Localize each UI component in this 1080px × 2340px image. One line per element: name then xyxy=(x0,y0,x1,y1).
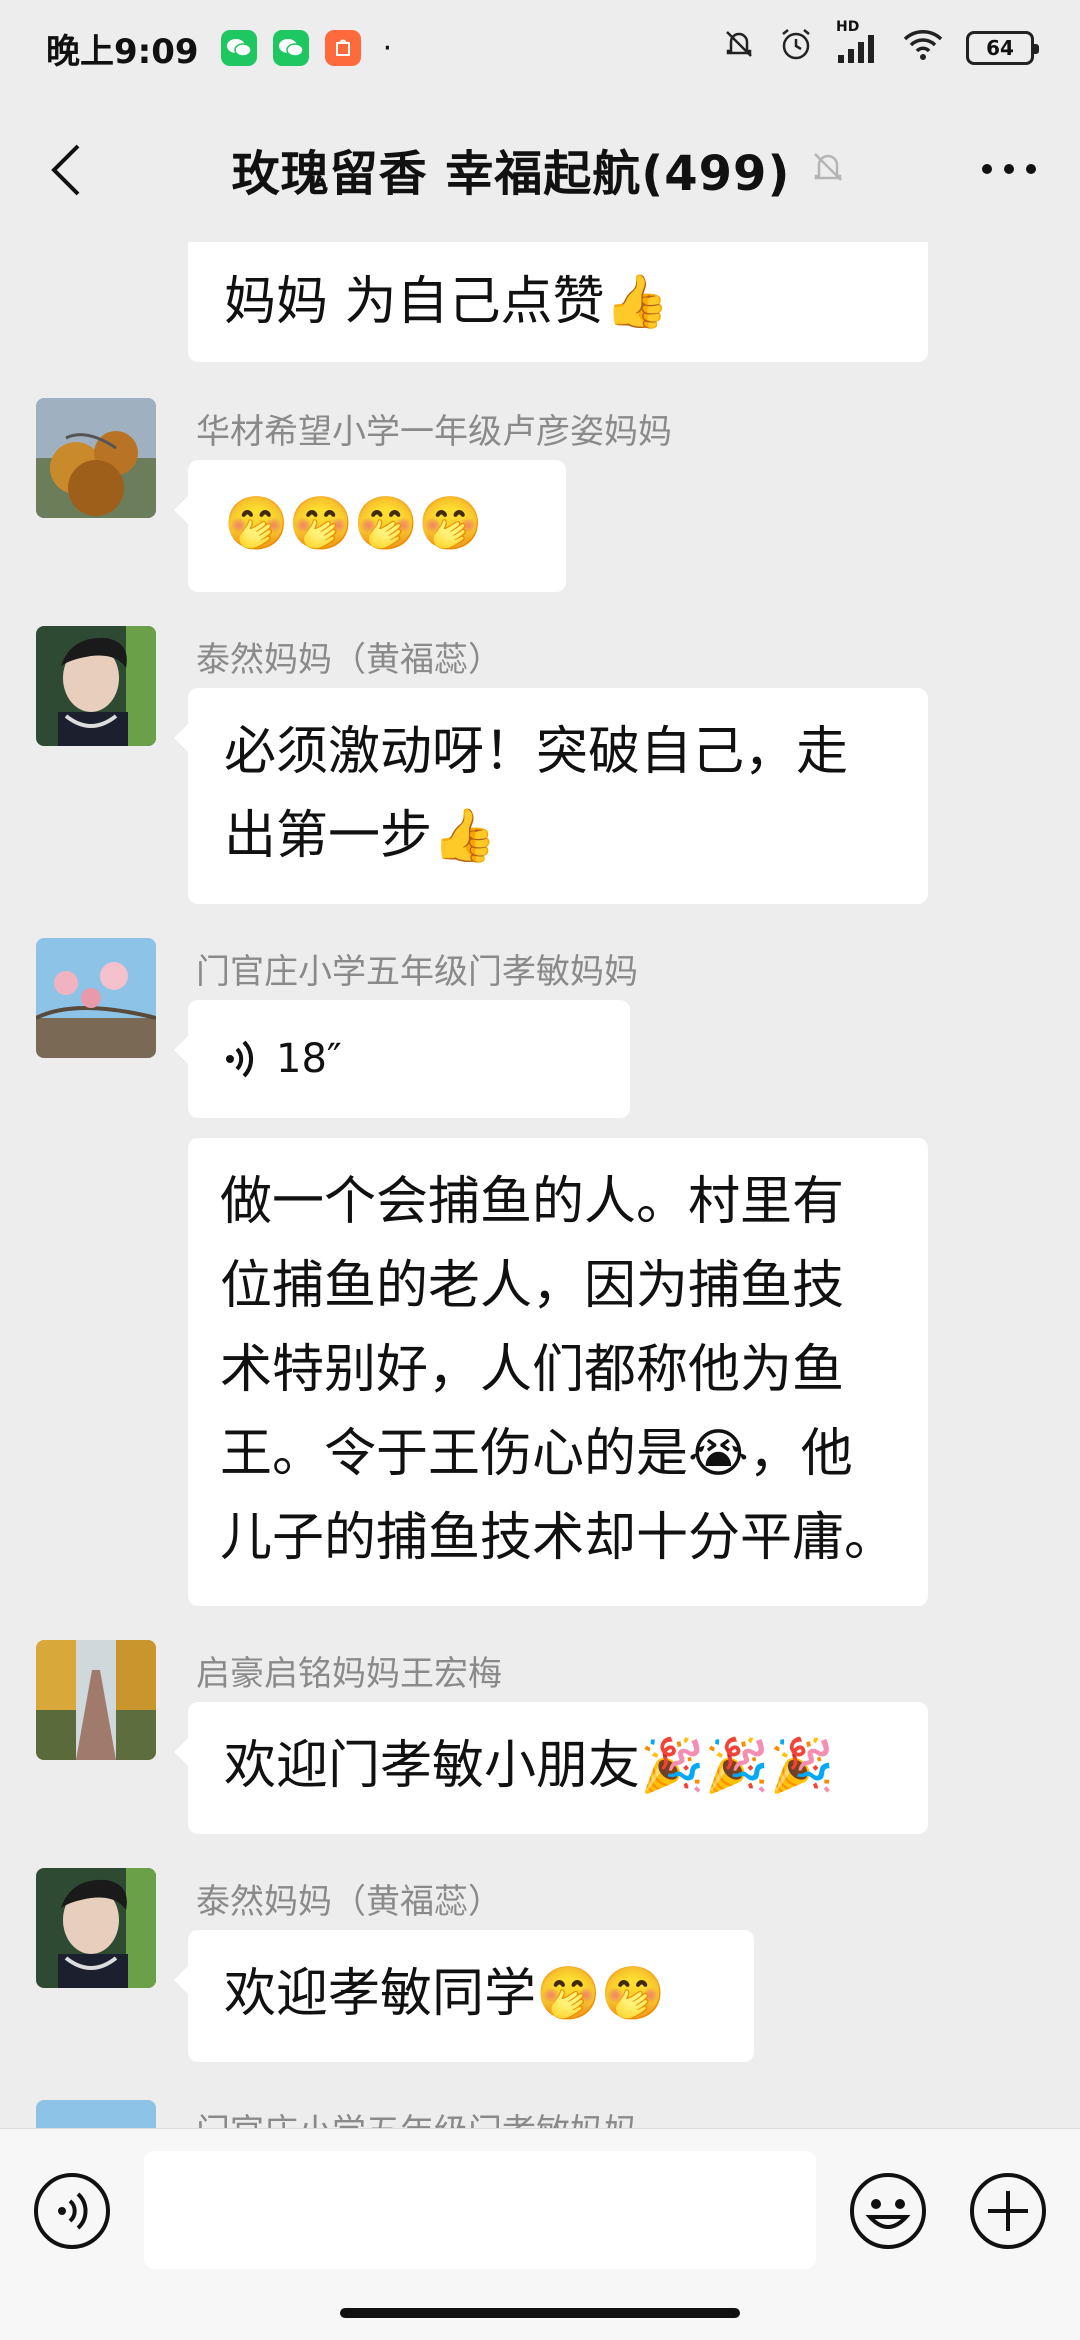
wechat-notification-icon xyxy=(272,30,309,66)
home-indicator[interactable] xyxy=(340,2308,740,2318)
voice-input-button[interactable] xyxy=(32,2171,112,2251)
message-text: 🤭🤭🤭🤭 xyxy=(224,494,483,554)
more-functions-button[interactable] xyxy=(968,2171,1048,2251)
message-bubble[interactable]: 做一个会捕鱼的人。村里有 位捕鱼的老人，因为捕鱼技 术特别好，人们都称他为鱼 王… xyxy=(188,1138,928,1606)
message-bubble[interactable]: 🤭🤭🤭🤭 xyxy=(174,460,566,592)
avatar[interactable] xyxy=(36,2100,156,2128)
sender-name: 门官庄小学五年级门孝敏妈妈 xyxy=(196,2104,638,2128)
voice-duration: 18″ xyxy=(276,1036,342,1082)
sender-name: 启豪启铭妈妈王宏梅 xyxy=(196,1654,502,1694)
message-text-line: 必须激动呀！突破自己，走 xyxy=(224,722,849,782)
status-bar: 晚上9:09 · HD 64 xyxy=(0,0,1080,96)
avatar[interactable] xyxy=(36,1640,156,1760)
wifi-icon xyxy=(902,27,944,70)
shop-app-notification-icon xyxy=(324,30,361,66)
message-bubble[interactable]: 欢迎孝敏同学🤭🤭 xyxy=(174,1930,754,2062)
chat-title: 玫瑰留香 幸福起航(499) xyxy=(231,146,791,202)
message-text-line: 王。令于王伤心的是😭，他 xyxy=(220,1424,853,1484)
sender-name: 泰然妈妈（黄福蕊） xyxy=(196,1882,502,1922)
avatar[interactable] xyxy=(36,938,156,1058)
sender-name: 泰然妈妈（黄福蕊） xyxy=(196,640,502,680)
more-options-button[interactable] xyxy=(974,144,1044,194)
message-text-line: 做一个会捕鱼的人。村里有 xyxy=(220,1172,845,1232)
back-button[interactable] xyxy=(36,140,96,200)
sender-name: 门官庄小学五年级门孝敏妈妈 xyxy=(196,952,638,992)
message-bubble[interactable]: 欢迎门孝敏小朋友🎉🎉🎉 xyxy=(174,1702,928,1834)
voice-message-bubble[interactable]: 18″ xyxy=(174,1000,630,1118)
emoji-button[interactable] xyxy=(848,2171,928,2251)
message-text: 欢迎门孝敏小朋友🎉🎉🎉 xyxy=(224,1736,835,1796)
sender-name: 华材希望小学一年级卢彦姿妈妈 xyxy=(196,412,672,452)
avatar[interactable] xyxy=(36,1868,156,1988)
more-notifications-dot: · xyxy=(382,30,393,66)
message-bubble[interactable]: 妈妈 为自己点赞👍 xyxy=(188,242,928,362)
status-time: 晚上9:09 xyxy=(46,31,199,72)
message-text: 欢迎孝敏同学🤭🤭 xyxy=(224,1964,666,2024)
cellular-signal-icon: HD xyxy=(836,19,880,65)
avatar[interactable] xyxy=(36,398,156,518)
message-text-line: 位捕鱼的老人，因为捕鱼技 xyxy=(220,1256,845,1316)
message-bubble[interactable]: 必须激动呀！突破自己，走 出第一步👍 xyxy=(174,688,928,904)
message-text-line: 出第一步👍 xyxy=(224,806,497,866)
voice-wave-icon xyxy=(224,1037,258,1081)
message-text: 妈妈 为自己点赞👍 xyxy=(224,272,670,332)
avatar[interactable] xyxy=(36,626,156,746)
alarm-icon xyxy=(778,26,814,71)
message-text-line: 儿子的捕鱼技术却十分平庸。 xyxy=(220,1508,897,1568)
mute-status-icon xyxy=(722,27,756,70)
message-list[interactable]: 妈妈 为自己点赞👍 华材希望小学一年级卢彦姿妈妈 🤭🤭🤭🤭 泰然妈妈（黄福蕊） … xyxy=(0,242,1080,2128)
mute-bell-icon xyxy=(808,147,848,191)
wechat-notification-icon xyxy=(220,30,257,66)
chat-header: 玫瑰留香 幸福起航(499) xyxy=(0,96,1080,242)
message-input[interactable] xyxy=(144,2151,816,2269)
message-text-line: 术特别好，人们都称他为鱼 xyxy=(220,1340,845,1400)
battery-indicator: 64 xyxy=(966,31,1039,65)
